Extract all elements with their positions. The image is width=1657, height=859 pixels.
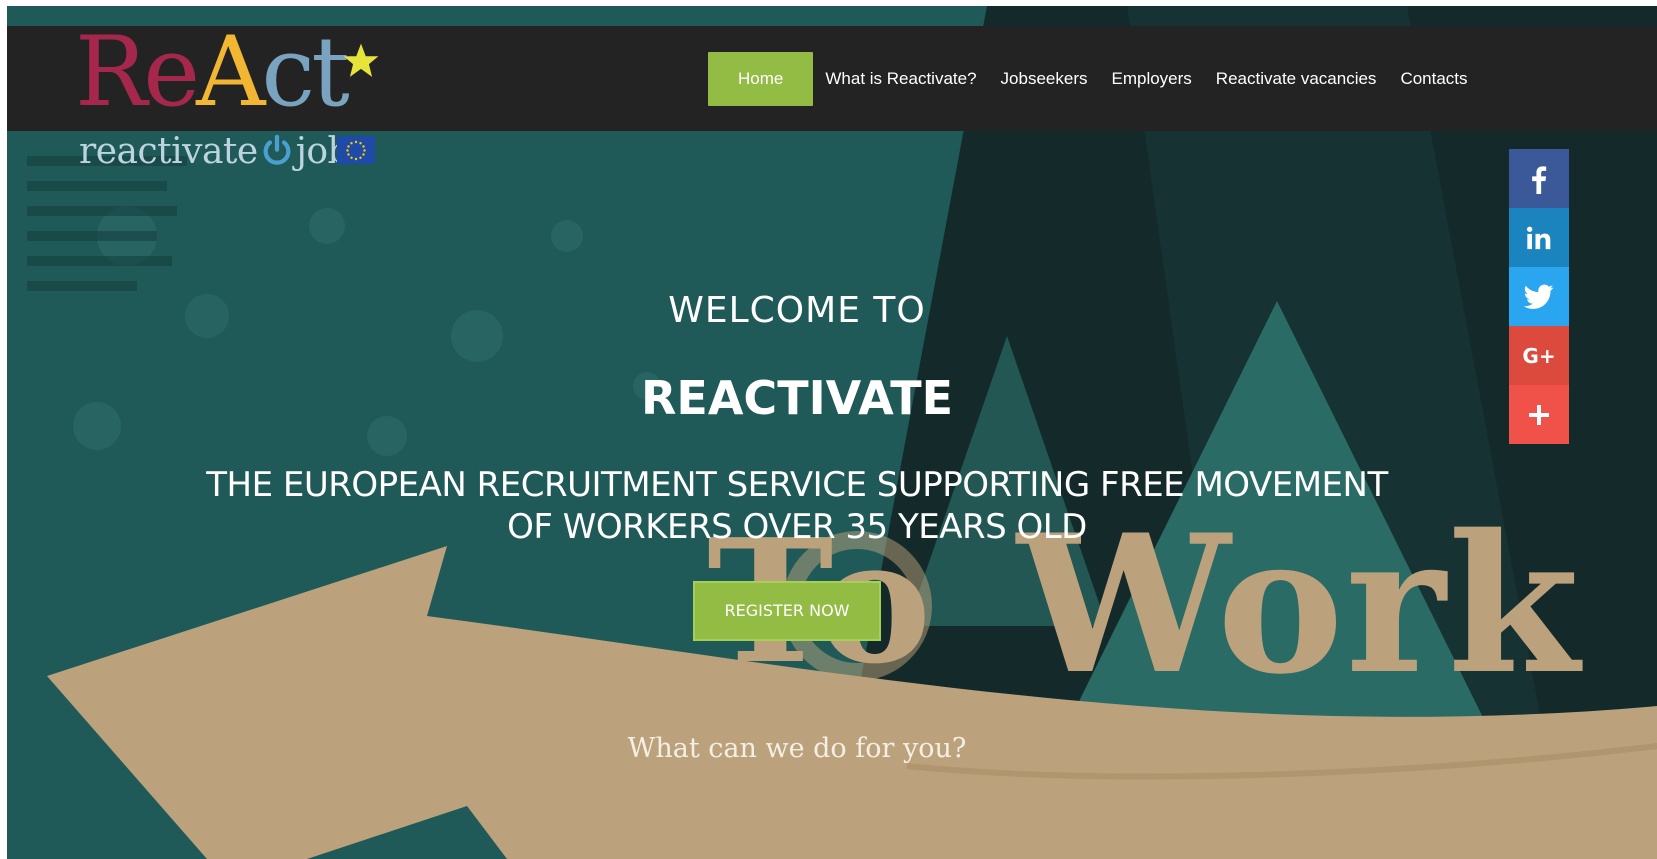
twitter-icon — [1524, 284, 1554, 309]
what-can-we-do-heading: What can we do for you? — [627, 733, 967, 764]
hero-brand-title: REACTIVATE — [640, 371, 953, 425]
google-plus-icon: G+ — [1522, 343, 1556, 368]
register-now-button[interactable]: REGISTER NOW — [693, 581, 881, 641]
linkedin-icon — [1526, 226, 1551, 249]
hero-tagline-line2: OF WORKERS OVER 35 YEARS OLD — [507, 507, 1087, 547]
logo-ct: ct — [261, 16, 349, 128]
facebook-share-button[interactable] — [1509, 149, 1569, 208]
nav-employers[interactable]: Employers — [1099, 52, 1203, 106]
hero-tagline-line1: THE EUROPEAN RECRUITMENT SERVICE SUPPORT… — [206, 465, 1388, 505]
plus-icon — [1529, 404, 1549, 425]
nav-reactivate-vacancies[interactable]: Reactivate vacancies — [1204, 52, 1389, 106]
react-logo[interactable]: ReAct reactivate job — [75, 24, 395, 174]
main-nav: Home What is Reactivate? Jobseekers Empl… — [708, 52, 1480, 106]
google-plus-share-button[interactable]: G+ — [1509, 326, 1569, 385]
star-icon — [343, 43, 379, 77]
hero-welcome-text: WELCOME TO — [668, 290, 926, 331]
more-share-button[interactable] — [1509, 385, 1569, 444]
linkedin-share-button[interactable] — [1509, 208, 1569, 267]
nav-contacts[interactable]: Contacts — [1388, 52, 1479, 106]
logo-wordmark: ReAct — [75, 16, 350, 128]
social-share-bar: G+ — [1509, 149, 1569, 444]
hero-tagline: THE EUROPEAN RECRUITMENT SERVICE SUPPORT… — [127, 464, 1467, 548]
logo-subtitle: reactivate job — [79, 131, 351, 172]
eu-flag-icon — [337, 136, 375, 164]
page-frame: To Work ReAct reactivatejob Home What is… — [7, 6, 1657, 859]
nav-jobseekers[interactable]: Jobseekers — [989, 52, 1100, 106]
logo-a: A — [196, 16, 265, 128]
power-icon — [263, 134, 291, 165]
nav-what-is-reactivate[interactable]: What is Reactivate? — [813, 52, 988, 106]
logo-re: Re — [75, 16, 200, 128]
nav-home[interactable]: Home — [708, 52, 814, 106]
facebook-icon — [1532, 165, 1547, 194]
logo-subtitle-left: reactivate — [79, 131, 258, 172]
twitter-share-button[interactable] — [1509, 267, 1569, 326]
